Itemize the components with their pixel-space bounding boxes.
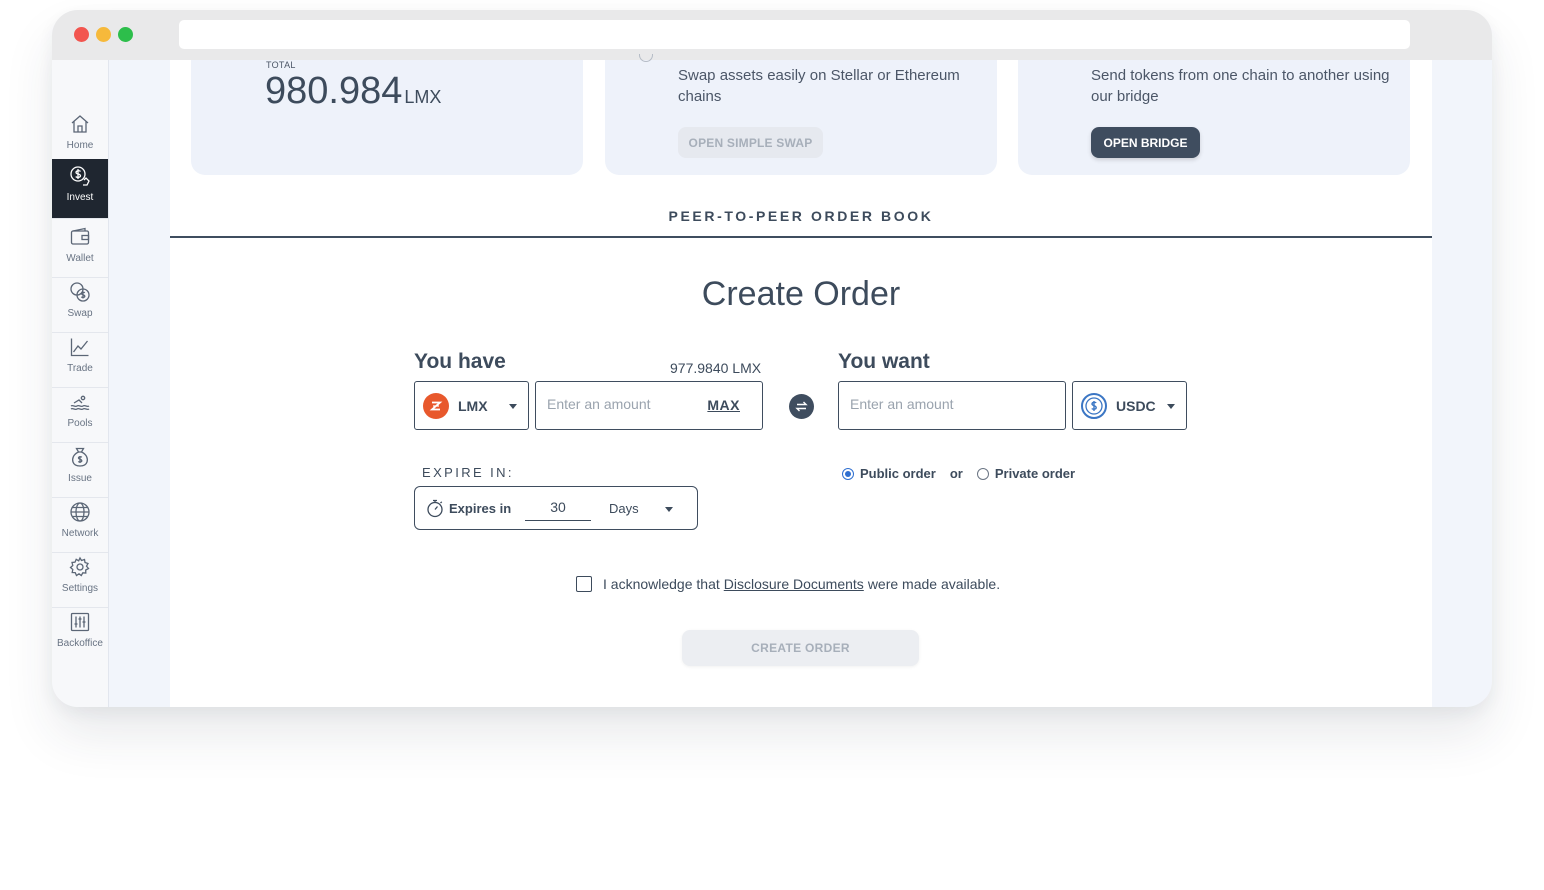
home-icon [71, 115, 89, 133]
public-order-label[interactable]: Public order [860, 466, 936, 481]
sidebar-item-network[interactable]: Network [52, 495, 108, 553]
close-window-button[interactable] [74, 27, 89, 42]
sidebar-item-swap[interactable]: Swap [52, 275, 108, 333]
gear-icon [69, 556, 90, 577]
have-amount-field: MAX [535, 381, 763, 430]
sidebar-item-trade[interactable]: Trade [52, 330, 108, 388]
want-amount-input[interactable] [850, 396, 1000, 412]
minimize-window-button[interactable] [96, 27, 111, 42]
private-order-radio[interactable] [976, 467, 989, 480]
lmx-token-icon [423, 392, 449, 419]
bridge-description: Send tokens from one chain to another us… [1091, 67, 1390, 105]
sidebar-item-label: Invest [66, 192, 94, 203]
max-button[interactable]: MAX [707, 397, 740, 413]
usdc-token-icon [1081, 392, 1107, 419]
expire-control: Expires in Days [414, 486, 698, 530]
create-order-button[interactable]: CREATE ORDER [682, 630, 919, 666]
invest-icon [70, 166, 90, 186]
swap-card-icon [639, 54, 653, 62]
sidebar-item-label: Issue [68, 473, 92, 484]
pools-icon [70, 395, 90, 411]
sidebar-item-issue[interactable]: Issue [52, 440, 108, 498]
sidebar-item-label: Swap [67, 308, 93, 319]
bridge-card: Send tokens from one chain to another us… [1018, 60, 1410, 175]
sliders-icon [70, 612, 90, 632]
money-bag-icon [72, 447, 88, 467]
swap-arrows-icon [795, 401, 808, 412]
open-bridge-button[interactable]: OPEN BRIDGE [1091, 127, 1200, 158]
stopwatch-icon [427, 499, 443, 518]
available-balance: 977.9840 LMX [670, 360, 762, 376]
browser-window: Home Invest Wallet Swap Trade Pools Issu… [52, 10, 1492, 707]
expire-label: EXPIRE IN: [422, 465, 514, 480]
have-amount-input[interactable] [547, 396, 697, 412]
wallet-icon [70, 227, 90, 245]
sidebar-item-label: Settings [61, 583, 99, 594]
sidebar-item-settings[interactable]: Settings [52, 550, 108, 608]
expires-in-label: Expires in [449, 501, 512, 516]
create-order-title: Create Order [701, 275, 901, 313]
acknowledge-row: I acknowledge that Disclosure Documents … [576, 576, 1000, 592]
total-unit: LMX [404, 87, 442, 107]
sidebar-item-home[interactable]: Home [52, 107, 108, 165]
total-value: 980.984 LMX [265, 70, 441, 113]
acknowledge-text-after: were made available. [867, 576, 1001, 592]
have-token-select[interactable]: LMX [414, 381, 529, 430]
chevron-down-icon [1167, 404, 1175, 409]
sidebar: Home Invest Wallet Swap Trade Pools Issu… [52, 60, 109, 707]
or-label: or [949, 466, 963, 481]
acknowledge-text-before: I acknowledge that [603, 576, 720, 592]
sidebar-item-backoffice[interactable]: Backoffice [52, 605, 108, 663]
expire-unit-select[interactable]: Days [609, 501, 639, 516]
sidebar-item-wallet[interactable]: Wallet [52, 220, 108, 278]
sidebar-item-pools[interactable]: Pools [52, 385, 108, 443]
section-divider [170, 236, 1432, 238]
address-bar[interactable] [179, 20, 1410, 49]
simple-swap-description: Swap assets easily on Stellar or Ethereu… [678, 67, 960, 105]
sidebar-item-label: Pools [67, 418, 93, 429]
maximize-window-button[interactable] [118, 27, 133, 42]
expire-duration-input[interactable] [525, 499, 591, 521]
want-token-select[interactable]: USDC [1072, 381, 1187, 430]
swap-coins-icon [70, 282, 90, 302]
you-want-label: You want [838, 350, 930, 373]
simple-swap-card: Swap assets easily on Stellar or Ethereu… [605, 54, 997, 175]
total-label: TOTAL [266, 60, 296, 70]
acknowledge-checkbox[interactable] [576, 576, 592, 592]
chevron-down-icon [665, 507, 673, 512]
chart-icon [70, 338, 89, 357]
sidebar-item-invest[interactable]: Invest [52, 159, 108, 219]
globe-icon [70, 502, 90, 522]
main-content: TOTAL 980.984 LMX Swap assets easily on S… [170, 54, 1432, 707]
order-visibility-group: Public order or Private order [842, 466, 1075, 481]
chevron-down-icon [509, 404, 517, 409]
disclosure-documents-link[interactable]: Disclosure Documents [724, 576, 864, 592]
sidebar-item-label: Home [66, 140, 94, 151]
sidebar-item-label: Wallet [66, 253, 94, 264]
order-book-title: PEER-TO-PEER ORDER BOOK [668, 208, 934, 224]
public-order-radio[interactable] [842, 467, 854, 480]
swap-direction-button[interactable] [789, 394, 814, 419]
have-token-name: LMX [458, 397, 488, 414]
sidebar-item-label: Trade [67, 363, 93, 374]
private-order-label[interactable]: Private order [995, 466, 1075, 481]
you-have-label: You have [414, 350, 506, 373]
open-simple-swap-button[interactable]: OPEN SIMPLE SWAP [678, 127, 823, 158]
sidebar-item-label: Backoffice [57, 638, 103, 649]
want-amount-field [838, 381, 1066, 430]
sidebar-item-label: Network [61, 528, 99, 539]
title-bar [52, 10, 1492, 60]
want-token-name: USDC [1116, 397, 1156, 414]
total-amount: 980.984 [265, 70, 403, 112]
total-balance-card: TOTAL 980.984 LMX [191, 60, 583, 175]
